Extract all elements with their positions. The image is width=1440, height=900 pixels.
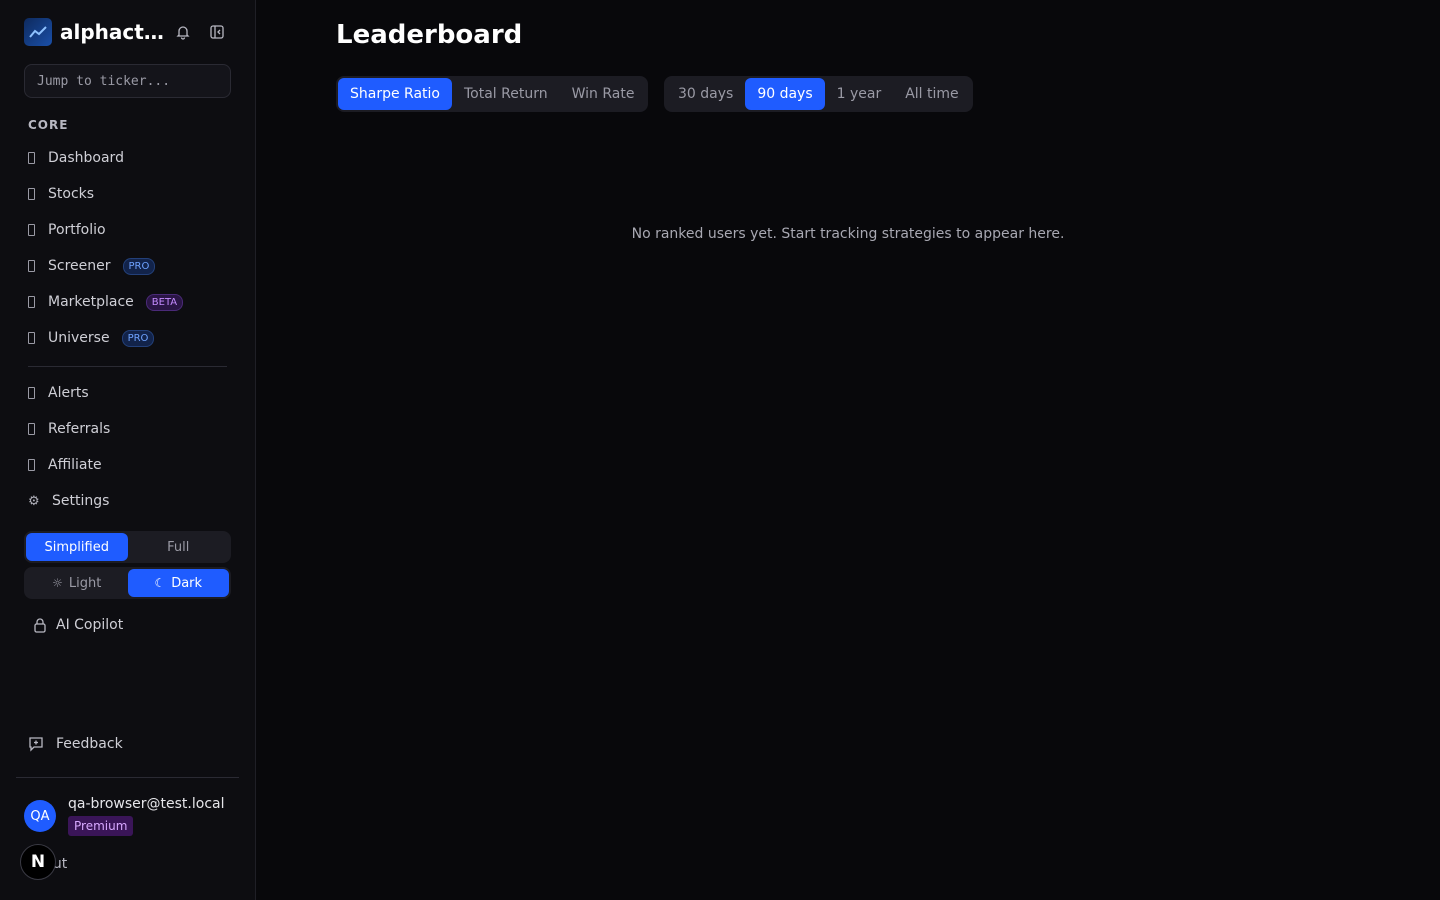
sidebar-item-label: Screener — [48, 258, 111, 274]
sidebar-item-universe[interactable]: Universe PRO — [28, 326, 155, 350]
sidebar-item-label: Referrals — [48, 421, 111, 437]
beta-badge: BETA — [145, 293, 184, 311]
tab-1-year[interactable]: 1 year — [825, 78, 894, 110]
ai-copilot-label: AI Copilot — [56, 617, 124, 633]
sidebar-item-marketplace[interactable]: Marketplace BETA — [28, 290, 184, 314]
sidebar-bottom-divider — [16, 777, 239, 778]
portfolio-icon — [28, 224, 35, 236]
moon-icon: ☾ — [154, 576, 166, 590]
ticker-search-input[interactable] — [24, 64, 231, 98]
view-mode-toggle: Simplified Full — [24, 531, 231, 563]
metric-tabs: Sharpe Ratio Total Return Win Rate — [336, 76, 648, 112]
dashboard-icon — [28, 152, 35, 164]
tab-total-return[interactable]: Total Return — [452, 78, 560, 110]
plan-badge: Premium — [68, 816, 134, 836]
sidebar-item-label: Affiliate — [48, 457, 102, 473]
sidebar-item-portfolio[interactable]: Portfolio — [28, 218, 106, 242]
sidebar-item-settings[interactable]: ⚙ Settings — [28, 489, 109, 513]
sidebar-item-stocks[interactable]: Stocks — [28, 182, 94, 206]
tab-win-rate[interactable]: Win Rate — [560, 78, 647, 110]
sidebar-item-label: Portfolio — [48, 222, 106, 238]
stocks-icon — [28, 188, 35, 200]
sidebar-item-screener[interactable]: Screener PRO — [28, 254, 156, 278]
feedback-label: Feedback — [56, 736, 123, 752]
sidebar-item-label: Stocks — [48, 186, 95, 202]
pro-badge: PRO — [122, 257, 156, 275]
app-name: alphact... — [60, 20, 166, 44]
light-theme-button[interactable]: ☼ Light — [26, 569, 128, 597]
tab-90-days[interactable]: 90 days — [745, 78, 825, 110]
pro-badge: PRO — [121, 329, 155, 347]
sidebar-item-dashboard[interactable]: Dashboard — [28, 146, 124, 170]
light-theme-label: Light — [68, 575, 102, 591]
theme-toggle: ☼ Light ☾ Dark — [24, 567, 231, 599]
sidebar-divider — [28, 366, 227, 367]
feedback-icon — [28, 736, 44, 752]
user-email: qa-browser@test.local — [68, 796, 225, 812]
empty-state-message: No ranked users yet. Start tracking stra… — [631, 226, 1065, 242]
sidebar-item-label: Settings — [52, 493, 110, 509]
tab-all-time[interactable]: All time — [893, 78, 970, 110]
bell-icon[interactable] — [173, 22, 193, 42]
marketplace-icon — [28, 296, 35, 308]
section-label-core: CORE — [28, 118, 69, 132]
sun-icon: ☼ — [52, 576, 63, 590]
sidebar-item-label: Universe — [48, 330, 110, 346]
gear-icon: ⚙ — [28, 493, 40, 509]
referrals-icon — [28, 423, 35, 435]
dark-theme-button[interactable]: ☾ Dark — [127, 569, 229, 597]
lock-icon — [32, 617, 48, 633]
feedback-button[interactable]: Feedback — [28, 733, 123, 755]
sidebar: alphact... CORE Dashboard Stocks Portfol… — [0, 0, 256, 900]
sidebar-item-referrals[interactable]: Referrals — [28, 417, 110, 441]
affiliate-icon — [28, 459, 35, 471]
universe-icon — [28, 332, 35, 344]
collapse-sidebar-icon[interactable] — [207, 22, 227, 42]
page-title: Leaderboard — [336, 20, 523, 50]
period-tabs: 30 days 90 days 1 year All time — [664, 76, 973, 112]
brand[interactable]: alphact... — [24, 18, 234, 46]
sidebar-item-label: Marketplace — [48, 294, 134, 310]
full-mode-button[interactable]: Full — [128, 533, 230, 561]
avatar[interactable]: QA — [24, 800, 56, 832]
sidebar-item-label: Dashboard — [48, 150, 124, 166]
tab-sharpe-ratio[interactable]: Sharpe Ratio — [338, 78, 452, 110]
simplified-mode-button[interactable]: Simplified — [26, 533, 128, 561]
sidebar-item-alerts[interactable]: Alerts — [28, 381, 89, 405]
dark-theme-label: Dark — [171, 575, 203, 591]
ai-copilot-button[interactable]: AI Copilot — [32, 614, 123, 636]
tab-30-days[interactable]: 30 days — [666, 78, 745, 110]
alerts-icon — [28, 387, 35, 399]
sidebar-item-affiliate[interactable]: Affiliate — [28, 453, 102, 477]
chart-logo-icon — [24, 18, 52, 46]
next-dev-badge[interactable]: N — [20, 844, 56, 880]
sidebar-item-label: Alerts — [48, 385, 89, 401]
screener-icon — [28, 260, 35, 272]
